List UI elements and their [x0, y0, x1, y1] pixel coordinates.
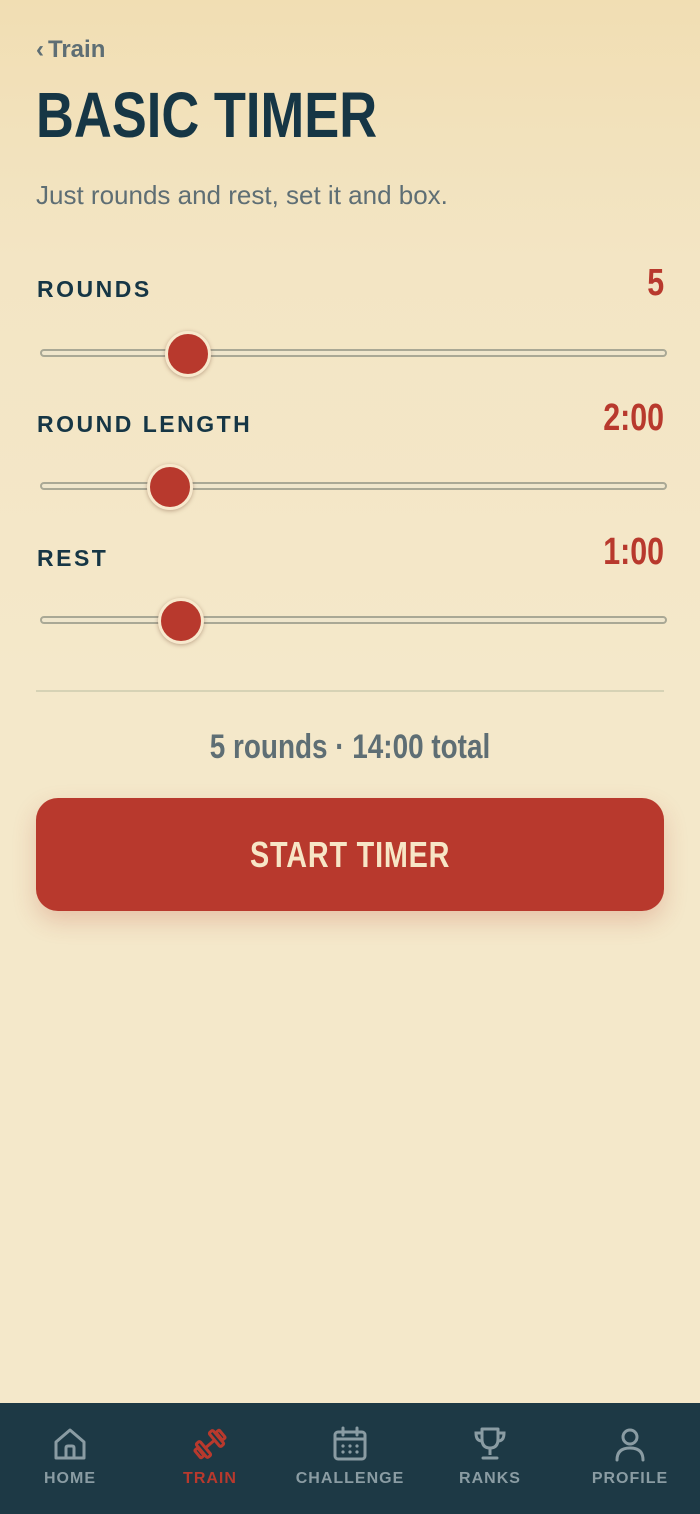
rest-label: REST [37, 545, 109, 571]
calendar-icon [333, 1426, 367, 1461]
rounds-slider[interactable] [40, 331, 667, 377]
round-length-slider[interactable] [40, 464, 667, 510]
page-subtitle: Just rounds and rest, set it and box. [36, 180, 448, 210]
rounds-label: ROUNDS [37, 276, 152, 302]
rounds-slider-track[interactable] [40, 349, 667, 357]
session-summary: 5 rounds · 14:00 total [209, 728, 491, 766]
tab-home[interactable]: HOME [0, 1403, 140, 1514]
divider [36, 690, 664, 692]
chevron-left-icon: ‹ [36, 36, 44, 63]
round-length-label: ROUND LENGTH [37, 411, 253, 437]
bottom-tab-bar: HOME TRAIN CHALLENGE RANKS PROFILE [0, 1403, 700, 1514]
rounds-slider-thumb[interactable] [165, 331, 212, 377]
tab-profile-label: PROFILE [591, 1470, 669, 1487]
start-timer-label: START TIMER [249, 833, 451, 875]
tab-ranks-label: RANKS [459, 1470, 521, 1487]
rest-slider-thumb[interactable] [158, 598, 205, 644]
tab-profile[interactable]: PROFILE [560, 1403, 700, 1514]
rest-value: 1:00 [603, 531, 664, 573]
person-icon [615, 1428, 645, 1462]
round-length-slider-thumb[interactable] [147, 464, 194, 510]
back-link-label: Train [48, 36, 106, 63]
trophy-icon [474, 1427, 506, 1460]
tab-ranks[interactable]: RANKS [420, 1403, 560, 1514]
tab-home-label: HOME [44, 1470, 96, 1487]
home-icon [54, 1428, 86, 1460]
dumbbell-icon [193, 1428, 227, 1460]
tab-challenge-label: CHALLENGE [295, 1470, 405, 1487]
rounds-value: 5 [647, 262, 664, 304]
round-length-slider-track[interactable] [40, 482, 667, 490]
rest-slider[interactable] [40, 598, 667, 644]
round-length-value: 2:00 [603, 397, 664, 439]
start-timer-button[interactable]: START TIMER [36, 798, 664, 911]
tab-challenge[interactable]: CHALLENGE [280, 1403, 420, 1514]
rest-slider-track[interactable] [40, 616, 667, 624]
page-title: BASIC TIMER [36, 79, 378, 151]
tab-train[interactable]: TRAIN [140, 1403, 280, 1514]
back-link[interactable]: ‹ Train [36, 36, 105, 64]
tab-train-label: TRAIN [183, 1470, 237, 1487]
